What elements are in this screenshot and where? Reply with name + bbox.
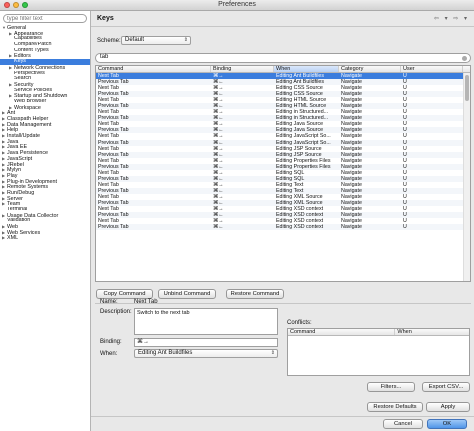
when-label: When:	[100, 351, 118, 357]
column-header-binding[interactable]: Binding	[211, 66, 274, 72]
tree-item-label: Terminal	[7, 207, 28, 212]
tree-item[interactable]: ▶ XML	[0, 235, 90, 241]
page-title: Keys	[97, 15, 114, 22]
window-titlebar: Preferences	[0, 0, 474, 11]
conflicts-label: Conflicts:	[287, 320, 312, 326]
conflicts-table-header: Command When	[288, 329, 469, 336]
column-header-command[interactable]: Command	[96, 66, 211, 72]
restore-defaults-button[interactable]: Restore Defaults	[367, 402, 423, 412]
tree-item-label: Compare/Patch	[14, 42, 52, 48]
keys-page: Keys ⇦ ▾ ⇨ ▾ Scheme: Default ⇕ tab Comma…	[91, 11, 474, 431]
binding-field[interactable]: ⌘→	[134, 338, 278, 347]
cell-binding: ⌘←	[213, 224, 224, 231]
tree-item-label: Validation	[7, 218, 31, 224]
cell-when: Editing XSD context	[276, 224, 324, 231]
keys-filter-value: tab	[100, 54, 109, 60]
cell-user: U	[403, 224, 407, 231]
restore-command-button[interactable]: Restore Command	[226, 289, 284, 299]
description-field[interactable]: Switch to the next tab	[134, 308, 278, 335]
unbind-command-button[interactable]: Unbind Command	[158, 289, 216, 299]
when-value: Editing Ant Buildfiles	[138, 350, 193, 356]
preference-tree: ▼General ▶ Appearance Capabilities Compare/P…	[0, 25, 90, 241]
keys-table-body: Next Tab ⌘→ Editing Ant Buildfiles Navigate…	[96, 73, 470, 231]
table-row[interactable]: Previous Tab ⌘← Editing XSD context Navigat…	[96, 224, 470, 231]
header-divider	[91, 26, 474, 27]
scrollbar-thumb[interactable]	[465, 75, 469, 101]
when-select[interactable]: Editing Ant Buildfiles ⇕	[134, 349, 278, 358]
preferences-sidebar: ▼General▶AppearanceCapabilitiesCompare/P…	[0, 11, 91, 431]
description-label: Description:	[100, 309, 132, 315]
tree-item-label: Web Browser	[14, 98, 47, 104]
binding-label: Binding:	[100, 339, 122, 345]
updown-arrow-icon: ⇕	[270, 350, 275, 356]
tree-item-label: Search	[14, 76, 32, 82]
conflicts-column-when[interactable]: When	[395, 329, 469, 335]
scheme-label: Scheme:	[97, 38, 121, 44]
history-nav-arrows[interactable]: ⇦ ▾ ⇨ ▾	[434, 15, 469, 22]
cell-command: Previous Tab	[98, 224, 129, 231]
footer-divider	[91, 416, 474, 417]
column-header-user[interactable]: User	[401, 66, 463, 72]
export-csv-button[interactable]: Export CSV...	[422, 382, 470, 392]
keys-table-scrollbar[interactable]	[463, 73, 470, 281]
updown-arrow-icon: ⇕	[183, 37, 188, 43]
tree-item-label: Service Policies	[14, 87, 53, 93]
cancel-button[interactable]: Cancel	[383, 419, 423, 429]
copy-command-button[interactable]: Copy Command	[96, 289, 153, 299]
tree-item-label: Keys	[14, 59, 26, 65]
column-header-category[interactable]: Category	[339, 66, 401, 72]
keys-table-header: Command Binding When Category User	[96, 66, 470, 73]
ok-button[interactable]: OK	[427, 419, 467, 429]
filters-button[interactable]: Filters...	[367, 382, 415, 392]
name-value: Next Tab	[134, 299, 158, 305]
scheme-select[interactable]: Default ⇕	[121, 36, 191, 45]
tree-item-label: Perspectives	[14, 70, 45, 76]
tree-item-label: Capabilities	[14, 36, 42, 42]
cell-category: Navigate	[341, 224, 362, 231]
conflicts-table: Command When	[287, 328, 470, 376]
name-label: Name:	[100, 299, 118, 305]
keys-filter-input[interactable]: tab	[95, 53, 471, 63]
filter-input[interactable]	[3, 14, 87, 23]
tree-item-label: XML	[7, 235, 19, 242]
column-header-when[interactable]: When	[274, 66, 339, 72]
scheme-value: Default	[125, 37, 145, 43]
apply-button[interactable]: Apply	[426, 402, 470, 412]
window-title: Preferences	[218, 1, 256, 8]
conflicts-column-command[interactable]: Command	[288, 329, 396, 335]
keys-table: Command Binding When Category User Next Tab ⌘…	[95, 65, 471, 282]
clear-filter-icon[interactable]	[462, 56, 467, 61]
tree-item-label: Content Types	[14, 47, 49, 53]
